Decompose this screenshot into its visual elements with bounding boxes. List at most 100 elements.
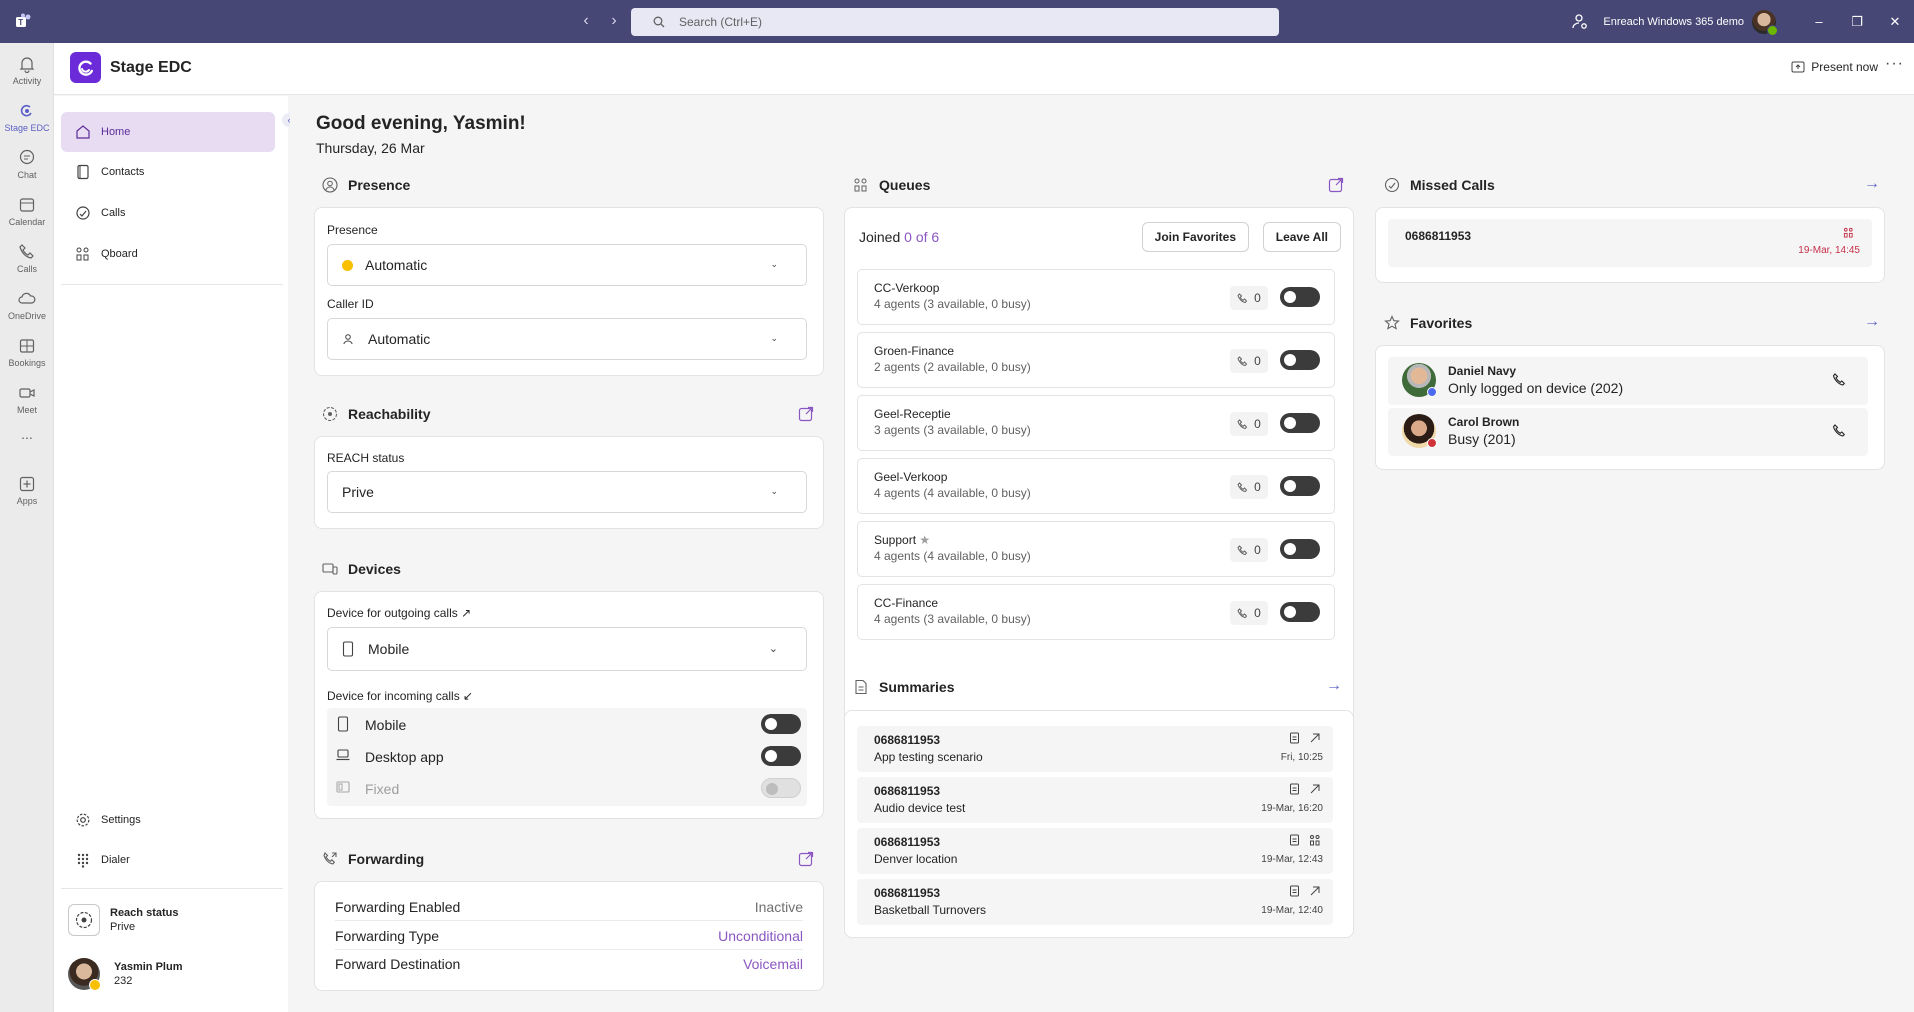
summary-time: 19-Mar, 12:43 [1261, 854, 1323, 865]
rail-item-apps[interactable]: Apps [0, 467, 54, 515]
plus-icon [19, 476, 35, 492]
summary-row[interactable]: 0686811953 Basketball Turnovers 19-Mar, … [857, 879, 1333, 925]
rail-item-onedrive[interactable]: OneDrive [0, 282, 54, 330]
nav-item-calls[interactable]: Calls [61, 193, 275, 233]
external-link-icon[interactable] [1328, 177, 1344, 193]
reach-status-title: Reach status [110, 907, 179, 919]
search-placeholder: Search (Ctrl+E) [679, 15, 763, 29]
rail-item-meet[interactable]: Meet [0, 376, 54, 424]
presence-dropdown[interactable]: Automatic ⌄ [327, 244, 807, 286]
nav-item-settings[interactable]: Settings [61, 800, 275, 840]
mobile-toggle[interactable] [761, 714, 801, 734]
queue-calls-count: 0 [1230, 286, 1268, 310]
summary-row[interactable]: 0686811953 Denver location 19-Mar, 12:43 [857, 828, 1333, 874]
device-name: Fixed [365, 781, 400, 797]
rail-item-calendar[interactable]: Calendar [0, 188, 54, 236]
outgoing-device-dropdown[interactable]: Mobile ⌄ [327, 627, 807, 671]
queue-toggle[interactable] [1280, 287, 1320, 307]
restore-button[interactable]: ❐ [1838, 14, 1876, 30]
chevron-down-icon: ⌄ [770, 333, 778, 343]
reach-status-label: REACH status [327, 451, 405, 465]
external-link-icon[interactable] [798, 851, 814, 867]
devices-icon [322, 563, 338, 575]
call-icon[interactable] [1832, 424, 1846, 438]
reach-status-widget[interactable]: Reach status Prive [68, 904, 178, 936]
nav-item-contacts[interactable]: Contacts [61, 152, 275, 192]
rail-label: Bookings [8, 358, 46, 368]
queue-toggle[interactable] [1280, 476, 1320, 496]
search-input[interactable]: Search (Ctrl+E) [631, 8, 1279, 36]
favorite-status: Only logged on device (202) [1448, 380, 1624, 396]
reach-status-dropdown[interactable]: Prive ⌄ [327, 471, 807, 513]
rail-item-activity[interactable]: Activity [0, 47, 54, 95]
call-icon[interactable] [1832, 373, 1846, 387]
org-name[interactable]: Enreach Windows 365 demo [1603, 16, 1744, 28]
missed-call-row[interactable]: 0686811953 19-Mar, 14:45 [1388, 219, 1872, 267]
nav-label: Home [101, 126, 131, 138]
queue-toggle[interactable] [1280, 602, 1320, 622]
summaries-arrow-icon[interactable]: → [1326, 677, 1342, 695]
queue-name: Geel-Verkoop [874, 470, 948, 484]
missed-calls-arrow-icon[interactable]: → [1864, 175, 1880, 193]
phone-icon [1237, 418, 1248, 429]
rail-item-chat[interactable]: Chat [0, 141, 54, 189]
forwarding-label: Forward Destination [335, 956, 461, 972]
favorites-card: Daniel Navy Only logged on device (202) … [1375, 345, 1885, 470]
devices-section-title: Devices [322, 561, 401, 577]
favorites-arrow-icon[interactable]: → [1864, 313, 1880, 331]
outgoing-device-value: Mobile [368, 641, 410, 657]
more-apps-icon[interactable]: ... [0, 423, 54, 453]
favorite-row[interactable]: Carol Brown Busy (201) [1388, 408, 1868, 456]
nav-item-home[interactable]: Home [61, 112, 275, 152]
rail-label: Activity [12, 76, 42, 86]
people-settings-icon[interactable] [1571, 13, 1589, 31]
account-avatar[interactable] [1752, 9, 1778, 36]
rail-label: Chat [17, 170, 37, 180]
present-now-button[interactable]: Present now [1791, 60, 1878, 74]
forwarding-value[interactable]: Unconditional [718, 928, 803, 944]
queue-toggle[interactable] [1280, 413, 1320, 433]
avatar [68, 958, 101, 991]
rail-item-bookings[interactable]: Bookings [0, 329, 54, 377]
side-nav: Home Contacts Calls Qboard Settings Dial… [54, 96, 288, 1012]
devices-title: Devices [348, 561, 401, 577]
missed-call-time: 19-Mar, 14:45 [1798, 245, 1860, 256]
joined-count: 0 of 6 [904, 229, 940, 245]
forwarding-label: Forwarding Enabled [335, 898, 461, 915]
user-profile[interactable]: Yasmin Plum 232 [68, 958, 182, 991]
star-icon[interactable]: ★ [919, 533, 930, 547]
missed-calls-title: Missed Calls [1410, 177, 1495, 193]
nav-label: Dialer [101, 854, 130, 866]
desk-phone-icon [336, 781, 350, 793]
minimize-button[interactable]: – [1800, 14, 1838, 29]
rail-item-calls[interactable]: Calls [0, 235, 54, 283]
nav-item-dialer[interactable]: Dialer [61, 840, 275, 880]
mobile-phone-icon [337, 716, 349, 732]
summary-time: 19-Mar, 16:20 [1261, 803, 1323, 814]
forward-arrow-icon[interactable]: › [603, 10, 625, 32]
leave-all-button[interactable]: Leave All [1262, 222, 1341, 252]
desktop-app-toggle[interactable] [761, 746, 801, 766]
close-button[interactable]: ✕ [1876, 14, 1914, 30]
summary-row[interactable]: 0686811953 Audio device test 19-Mar, 16:… [857, 777, 1333, 823]
queue-name: CC-Verkoop [874, 281, 940, 295]
more-options-icon[interactable]: ··· [1885, 55, 1904, 73]
back-arrow-icon[interactable]: ‹ [575, 10, 597, 32]
svg-text:T: T [18, 18, 23, 27]
favorite-row[interactable]: Daniel Navy Only logged on device (202) [1388, 357, 1868, 405]
summary-row[interactable]: 0686811953 App testing scenario Fri, 10:… [857, 726, 1333, 772]
rail-item-stage-edc[interactable]: Stage EDC [0, 94, 54, 142]
mobile-phone-icon [342, 641, 354, 657]
queue-calls-count: 0 [1230, 349, 1268, 373]
greeting: Good evening, Yasmin! [316, 113, 526, 134]
join-favorites-button[interactable]: Join Favorites [1141, 222, 1249, 252]
nav-item-qboard[interactable]: Qboard [61, 234, 275, 274]
queue-calls-count: 0 [1230, 412, 1268, 436]
queue-toggle[interactable] [1280, 539, 1320, 559]
external-link-icon[interactable] [798, 406, 814, 422]
queue-toggle[interactable] [1280, 350, 1320, 370]
forwarding-value[interactable]: Voicemail [743, 956, 803, 972]
queue-count: 0 [1254, 354, 1261, 368]
caller-id-dropdown[interactable]: Automatic ⌄ [327, 318, 807, 360]
summary-document-icon [855, 679, 867, 695]
